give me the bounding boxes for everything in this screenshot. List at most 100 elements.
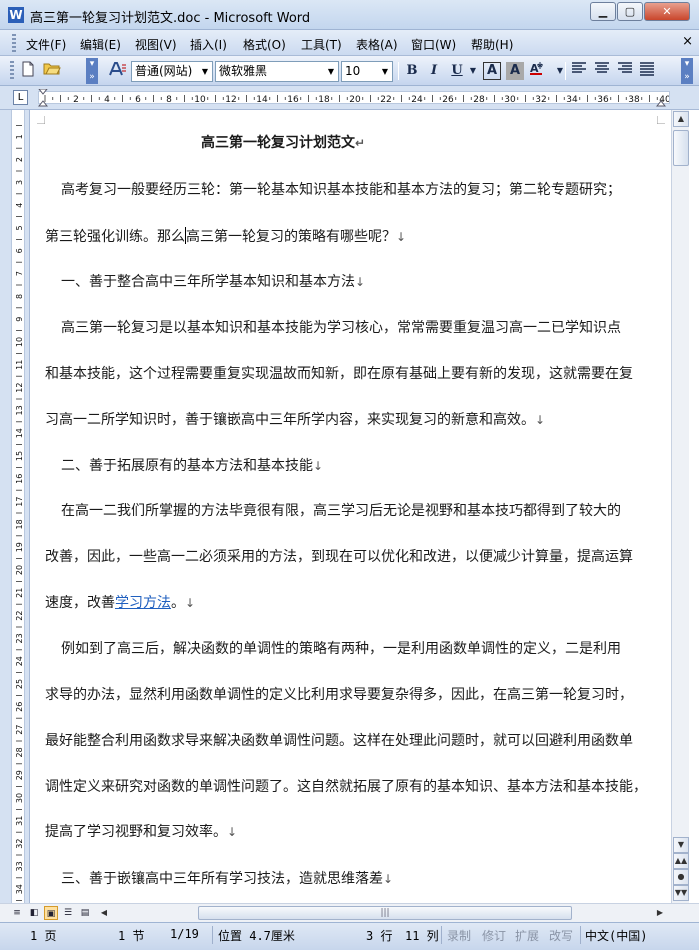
paragraph-line: 和基本技能，这个过程需要重复实现温故而知新，即在原有基础上要有新的发现，这就需要… — [45, 366, 633, 382]
menu-window[interactable]: 窗口(W) — [411, 36, 456, 53]
status-extend[interactable]: 扩展 — [515, 927, 539, 944]
right-indent-marker-icon[interactable] — [656, 89, 666, 107]
print-layout-icon[interactable]: ▣ — [44, 906, 58, 920]
close-button[interactable]: ✕ — [644, 2, 690, 21]
status-position[interactable]: 位置 4.7厘米 — [218, 927, 295, 944]
menu-tools[interactable]: 工具(T) — [301, 36, 342, 53]
align-center-icon[interactable] — [592, 61, 612, 81]
scroll-right-arrow-icon[interactable]: ▶ — [653, 906, 667, 920]
ruler-label: 32 — [15, 839, 24, 849]
scroll-up-arrow-icon[interactable]: ▲ — [673, 111, 689, 127]
ruler-label: 8 — [15, 294, 24, 299]
ruler-label: 18 — [15, 519, 24, 529]
horizontal-ruler[interactable]: L 2 4 6 8 10 12 14 16 18 20 22 24 26 28 30 32 34 36 38 40 — [0, 86, 699, 110]
section-heading: 三、善于嵌镶高中三年所有学习技法，造就思维落差↓ — [61, 871, 394, 887]
word-app-icon[interactable]: W — [8, 7, 24, 23]
status-section[interactable]: 1 节 — [118, 927, 144, 944]
toolbar-overflow-chevron-icon[interactable]: ▾» — [86, 58, 98, 84]
ruler-strip[interactable]: 1 2 3 4 5 6 7 8 9 10 11 12 13 14 15 16 17 18 19 20 21 22 23 24 2… — [11, 110, 25, 903]
ruler-label: 26 — [15, 702, 24, 712]
distributed-align-icon[interactable] — [637, 61, 657, 81]
ruler-label: 32 — [535, 95, 546, 104]
status-record[interactable]: 录制 — [447, 927, 471, 944]
font-combobox[interactable]: 微软雅黑 ▼ — [215, 61, 339, 82]
ruler-label: 2 — [15, 157, 24, 162]
maximize-button[interactable]: ▢ — [617, 2, 643, 21]
status-language[interactable]: 中文(中国) — [585, 927, 647, 944]
align-right-icon[interactable] — [615, 61, 635, 81]
minimize-button[interactable]: ▁ — [590, 2, 616, 21]
toolbar-overflow-chevron-icon[interactable]: ▾» — [681, 58, 693, 84]
font-color-button[interactable]: A — [528, 61, 552, 81]
vertical-ruler[interactable]: 1 2 3 4 5 6 7 8 9 10 11 12 13 14 15 16 17 18 19 20 21 22 23 24 2… — [0, 110, 30, 903]
web-layout-icon[interactable]: ◧ — [27, 906, 41, 920]
ruler-label: 18 — [318, 95, 330, 104]
chevron-down-icon[interactable]: ▼ — [378, 62, 392, 81]
status-page-count[interactable]: 1/19 — [170, 927, 199, 941]
vertical-scrollbar[interactable]: ▲ ▼ ▲▲ ● ▼▼ — [671, 110, 689, 903]
tab-selector[interactable]: L — [13, 90, 28, 105]
vertical-scroll-thumb[interactable] — [673, 130, 689, 166]
ruler-label: 14 — [15, 428, 24, 438]
ruler-label: 24 — [15, 656, 24, 666]
next-page-icon[interactable]: ▼▼ — [673, 885, 689, 901]
status-overtype[interactable]: 改写 — [549, 927, 573, 944]
menu-table[interactable]: 表格(A) — [356, 36, 398, 53]
study-method-link[interactable]: 学习方法 — [115, 595, 171, 611]
menu-view[interactable]: 视图(V) — [135, 36, 177, 53]
ruler-label: 20 — [15, 565, 24, 575]
open-folder-icon[interactable] — [42, 61, 62, 81]
select-browse-object-icon[interactable]: ● — [673, 869, 689, 885]
character-shading-button[interactable]: A — [506, 62, 524, 80]
previous-page-icon[interactable]: ▲▲ — [673, 853, 689, 869]
ruler-label: 13 — [15, 405, 24, 415]
ruler-label: 12 — [225, 95, 236, 104]
ruler-label: 17 — [15, 497, 24, 507]
scroll-down-arrow-icon[interactable]: ▼ — [673, 837, 689, 853]
ruler-label: 10 — [15, 337, 24, 347]
close-document-icon[interactable]: × — [682, 34, 693, 49]
ruler-label: 31 — [15, 816, 24, 826]
new-document-icon[interactable] — [18, 61, 38, 81]
font-size-combobox[interactable]: 10 ▼ — [341, 61, 393, 82]
menu-help[interactable]: 帮助(H) — [471, 36, 513, 53]
bold-button[interactable]: B — [402, 61, 422, 81]
paragraph-line: 求导的办法，显然利用函数单调性的定义比利用求导要复杂得多，因此，在高三第一轮复习… — [45, 687, 633, 703]
normal-view-icon[interactable]: ≡ — [10, 906, 24, 920]
menu-edit[interactable]: 编辑(E) — [80, 36, 121, 53]
chevron-down-icon[interactable]: ▼ — [198, 62, 212, 81]
ruler-label: 9 — [15, 317, 24, 322]
ruler-label: 25 — [15, 679, 24, 689]
menu-format[interactable]: 格式(O) — [243, 36, 286, 53]
font-color-dropdown-chevron-icon[interactable]: ▼ — [550, 61, 570, 81]
ruler-label: 34 — [15, 884, 24, 894]
menu-file[interactable]: 文件(F) — [26, 36, 66, 53]
horizontal-scroll-thumb[interactable]: ||| — [198, 906, 572, 920]
ruler-label: 5 — [15, 225, 24, 230]
status-page[interactable]: 1 页 — [30, 927, 56, 944]
indent-marker-icon[interactable] — [38, 89, 48, 107]
align-left-icon[interactable] — [569, 61, 589, 81]
chevron-down-icon[interactable]: ▼ — [324, 62, 338, 81]
status-line[interactable]: 3 行 — [366, 927, 392, 944]
document-page[interactable]: 高三第一轮复习计划范文↵ 高考复习一般要经历三轮：第一轮基本知识基本技能和基本方… — [31, 110, 671, 903]
menubar-grip[interactable] — [12, 34, 16, 52]
character-border-button[interactable]: A — [483, 62, 501, 80]
ruler-label: 6 — [15, 248, 24, 253]
ruler-label: 38 — [628, 95, 640, 104]
formatting-toolbar: ▾» 普通(网站) ▼ 微软雅黑 ▼ 10 ▼ B I U ▼ A A A ▼ … — [0, 56, 699, 86]
status-column[interactable]: 11 列 — [405, 927, 439, 944]
styles-pane-icon[interactable] — [108, 61, 128, 81]
style-combobox[interactable]: 普通(网站) ▼ — [131, 61, 213, 82]
scroll-left-arrow-icon[interactable]: ◀ — [97, 906, 111, 920]
italic-button[interactable]: I — [424, 61, 444, 81]
window-title: 高三第一轮复习计划范文.doc - Microsoft Word — [30, 11, 311, 26]
reading-layout-icon[interactable]: ▤ — [78, 906, 92, 920]
menu-insert[interactable]: 插入(I) — [190, 36, 227, 53]
ruler-label: 4 — [15, 203, 24, 208]
underline-dropdown-chevron-icon[interactable]: ▼ — [463, 61, 483, 81]
outline-view-icon[interactable]: ☰ — [61, 906, 75, 920]
toolbar-grip[interactable] — [10, 61, 14, 81]
ruler-strip[interactable]: 2 4 6 8 10 12 14 16 18 20 22 24 26 28 30 32 34 36 38 40 — [38, 91, 670, 104]
status-track-changes[interactable]: 修订 — [482, 927, 506, 944]
